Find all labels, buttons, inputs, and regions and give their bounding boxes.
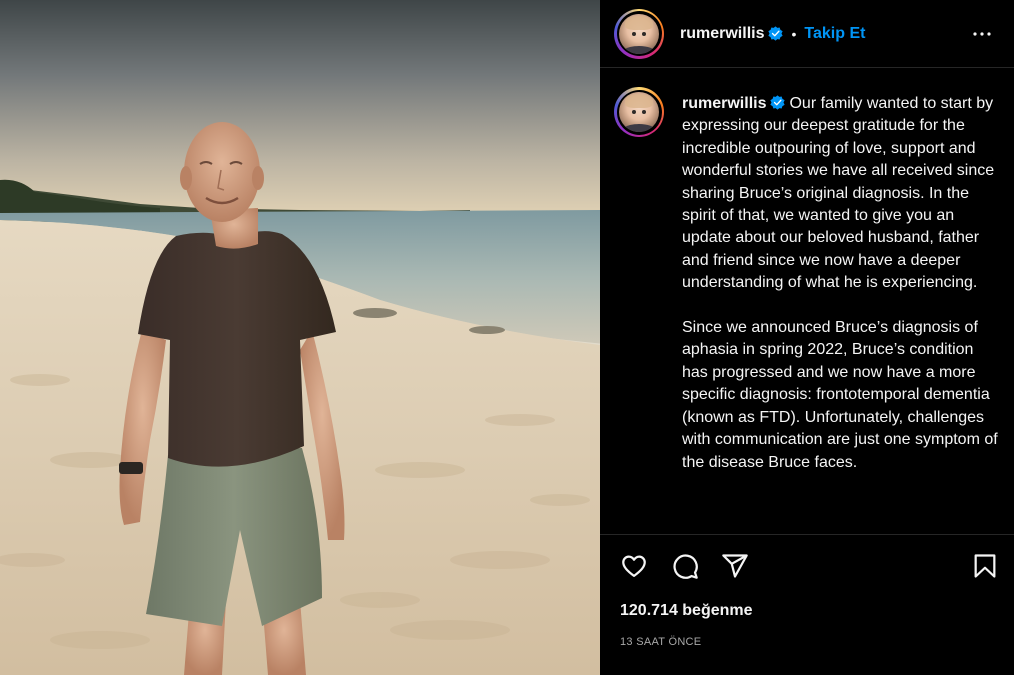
caption-body: Our family wanted to start by expressing… bbox=[682, 95, 998, 471]
share-icon[interactable] bbox=[719, 550, 751, 582]
likes-count[interactable]: 120.714 beğenme bbox=[620, 602, 753, 620]
post-header: rumerwillis • Takip Et bbox=[600, 0, 1014, 68]
author-username[interactable]: rumerwillis bbox=[680, 25, 764, 43]
heart-icon[interactable] bbox=[618, 550, 650, 582]
verified-badge-icon bbox=[768, 26, 784, 41]
caption-author-avatar[interactable] bbox=[614, 87, 664, 137]
separator-dot: • bbox=[791, 25, 797, 42]
more-options-icon[interactable] bbox=[970, 22, 994, 46]
post-side-panel: rumerwillis • Takip Et rumerwillis Our f… bbox=[600, 0, 1014, 675]
bookmark-icon[interactable] bbox=[969, 550, 1001, 582]
post-actions-bar bbox=[600, 546, 1014, 590]
post-timestamp[interactable]: 13 SAAT ÖNCE bbox=[620, 636, 701, 648]
caption-avatar-image bbox=[619, 92, 659, 132]
caption-username[interactable]: rumerwillis bbox=[682, 95, 766, 112]
author-avatar-image bbox=[619, 13, 659, 54]
comment-icon[interactable] bbox=[669, 550, 701, 582]
post-photo[interactable] bbox=[0, 0, 600, 675]
follow-button[interactable]: Takip Et bbox=[804, 25, 865, 43]
caption-verified-badge-icon bbox=[770, 95, 786, 110]
caption-text-block: rumerwillis Our family wanted to start by… bbox=[682, 93, 1000, 474]
author-avatar[interactable] bbox=[614, 8, 664, 59]
caption-area[interactable]: rumerwillis Our family wanted to start by… bbox=[600, 69, 1014, 535]
beach-scene-image bbox=[0, 0, 600, 675]
